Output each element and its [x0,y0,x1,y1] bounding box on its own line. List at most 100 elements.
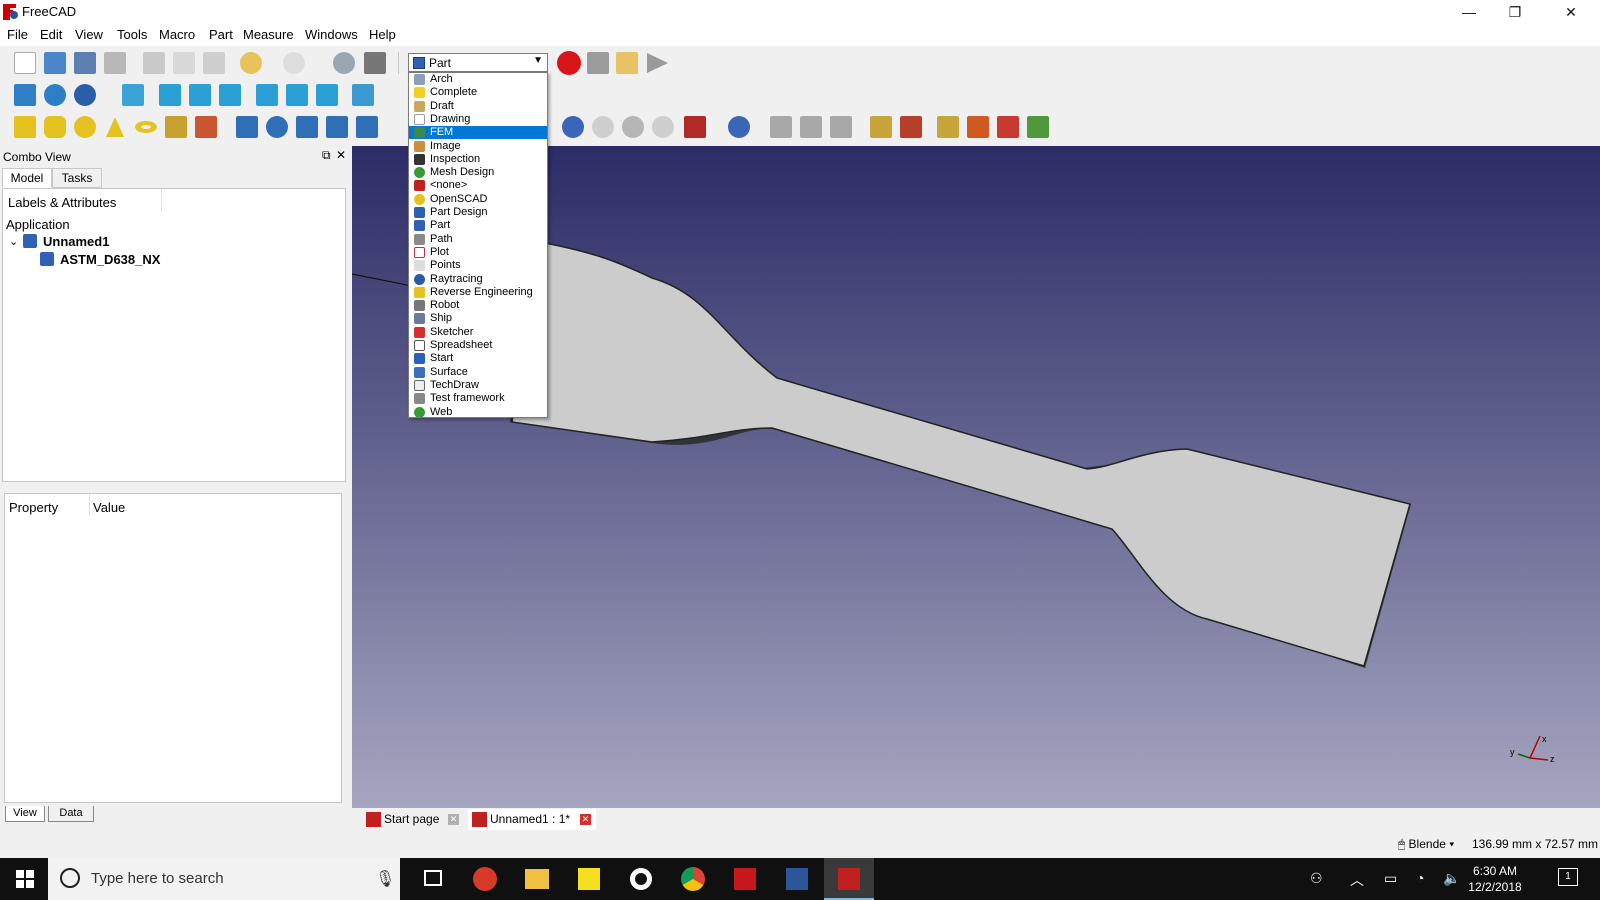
paste-icon[interactable] [203,52,225,74]
toggle-delta-icon[interactable] [1027,116,1049,138]
redo-icon[interactable] [283,52,305,74]
file-explorer-icon[interactable] [512,858,562,900]
measure-distance-icon[interactable] [352,84,374,106]
tree-object-label[interactable]: ASTM_D638_NX [60,252,160,267]
float-panel-icon[interactable]: ⧉ [322,148,331,163]
restore-button[interactable]: ❐ [1492,0,1538,24]
view-top-icon[interactable] [189,84,211,106]
draw-style-icon[interactable] [74,84,96,106]
workbench-option-draft[interactable]: Draft [409,100,547,113]
sphere-icon[interactable] [74,116,96,138]
chamfer-icon[interactable] [356,116,378,138]
workbench-option-surface[interactable]: Surface [409,366,547,379]
measure-angular-icon[interactable] [900,116,922,138]
menu-windows[interactable]: Windows [305,27,358,42]
task-view-icon[interactable] [408,858,458,900]
sticky-notes-icon[interactable] [564,858,614,900]
view-front-icon[interactable] [159,84,181,106]
chevron-up-icon[interactable]: ︿ [1350,870,1364,890]
menu-file[interactable]: File [7,27,28,42]
shape-builder-icon[interactable] [195,116,217,138]
undo-icon[interactable] [240,52,262,74]
settings-gear-icon[interactable] [616,858,666,900]
word-icon[interactable] [772,858,822,900]
workbench-option-raytracing[interactable]: Raytracing [409,273,547,286]
freecad-taskbar-icon[interactable] [824,858,874,900]
torus-icon[interactable] [134,116,157,138]
extrude-icon[interactable] [236,116,258,138]
close-tab-icon[interactable]: ✕ [448,814,459,825]
execute-macro-icon[interactable] [645,52,668,74]
tree-document-label[interactable]: Unnamed1 [43,234,109,249]
minimize-button[interactable]: — [1446,0,1492,24]
windows-start-icon[interactable] [16,870,34,888]
workbench-option-spreadsheet[interactable]: Spreadsheet [409,339,547,352]
measure-refresh-icon[interactable] [937,116,959,138]
tab-data[interactable]: Data [48,806,94,822]
people-icon[interactable]: ⚇ [1310,870,1323,887]
doc-tab-unnamed1[interactable]: Unnamed1 : 1* ✕ [468,809,596,830]
workbench-option-sketcher[interactable]: Sketcher [409,326,547,339]
view-isometric-icon[interactable] [122,84,144,106]
copy-icon[interactable] [173,52,195,74]
ccleaner-icon[interactable] [460,858,510,900]
tab-tasks[interactable]: Tasks [52,168,102,188]
workbench-option-techdraw[interactable]: TechDraw [409,379,547,392]
clear-measurements-icon[interactable] [967,116,989,138]
workbench-selector[interactable]: Part ▼ [408,53,548,72]
close-tab-icon[interactable]: ✕ [580,814,591,825]
measure-linear-icon[interactable] [870,116,892,138]
menu-tools[interactable]: Tools [117,27,147,42]
doc-tab-start-page[interactable]: Start page ✕ [362,809,460,830]
microphone-icon[interactable]: 🎙 [375,869,395,889]
navigation-style-selector[interactable]: 🖱 Blende ▾ [1398,837,1454,852]
primitives-icon[interactable] [165,116,187,138]
cylinder-icon[interactable] [44,116,66,138]
system-clock[interactable]: 6:30 AM 12/2/2018 [1450,863,1540,895]
workbench-option-complete[interactable]: Complete [409,86,547,99]
menu-part[interactable]: Part [209,27,233,42]
wifi-icon[interactable]: ◔ [1416,870,1424,886]
intersection-icon[interactable] [652,116,674,138]
expand-chevron-icon[interactable]: ⌄ [9,235,18,248]
fit-all-icon[interactable] [14,84,36,106]
workbench-option-inspection[interactable]: Inspection [409,153,547,166]
whats-this-icon[interactable] [364,52,386,74]
record-macro-icon[interactable] [557,51,581,75]
workbench-option-reverse-engineering[interactable]: Reverse Engineering [409,286,547,299]
taskbar-search-box[interactable]: Type here to search 🎙 [48,858,400,900]
acrobat-icon[interactable] [720,858,770,900]
union-icon[interactable] [622,116,644,138]
battery-icon[interactable]: ▭ [1384,870,1397,887]
cut-solid-icon[interactable] [592,116,614,138]
menu-measure[interactable]: Measure [243,27,294,42]
close-panel-icon[interactable]: ✕ [336,148,346,162]
workbench-option-part[interactable]: Part [409,219,547,232]
cube-icon[interactable] [14,116,36,138]
menu-edit[interactable]: Edit [40,27,62,42]
workbench-option-points[interactable]: Points [409,259,547,272]
workbench-option-test-framework[interactable]: Test framework [409,392,547,405]
workbench-option-mesh-design[interactable]: Mesh Design [409,166,547,179]
fillet-icon[interactable] [326,116,348,138]
menu-view[interactable]: View [75,27,103,42]
view-left-icon[interactable] [316,84,338,106]
view-bottom-icon[interactable] [286,84,308,106]
workbench-option-none[interactable]: <none> [409,179,547,192]
menu-macro[interactable]: Macro [159,27,195,42]
save-as-icon[interactable] [104,52,126,74]
defeaturing-icon[interactable] [830,116,852,138]
split-icon[interactable] [728,116,750,138]
check-geometry-icon[interactable] [800,116,822,138]
chrome-icon[interactable] [668,858,718,900]
cut-icon[interactable] [143,52,165,74]
refresh-icon[interactable] [333,52,355,74]
close-button[interactable]: ✕ [1548,0,1594,24]
cone-icon[interactable] [104,116,126,138]
view-right-icon[interactable] [219,84,241,106]
workbench-option-arch[interactable]: Arch [409,73,547,86]
workbench-option-drawing[interactable]: Drawing [409,113,547,126]
mirror-icon[interactable] [296,116,318,138]
notifications-icon[interactable]: 1 [1558,868,1578,886]
workbench-option-fem[interactable]: FEM [409,126,547,140]
